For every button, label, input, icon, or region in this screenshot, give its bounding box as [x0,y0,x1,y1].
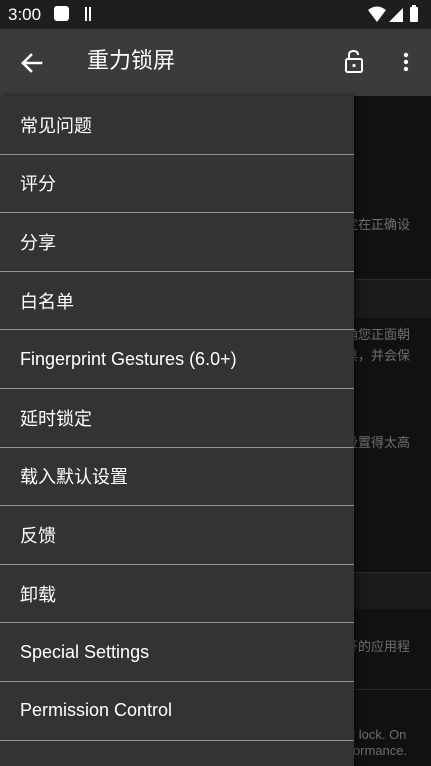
drawer-item-label: 卸载 [20,584,56,606]
drawer-item-delay-lock[interactable]: 延时锁定 [0,389,354,448]
drawer-item-label: 分享 [20,232,56,254]
screen: 3:00 重力锁屏 定在正确设 确您正面朝 桌，并会保 设置得太高 开的应用程 … [0,0,431,766]
drawer-item-label: Special Settings [20,641,150,662]
background-text: 桌，并会保 [345,348,411,363]
arrow-back-icon [21,53,43,73]
notification-square-icon [54,6,69,21]
drawer-item-label: Fingerprint Gestures (6.0+) [20,348,237,369]
status-bar: 3:00 [0,0,431,29]
cell-signal-icon [389,8,403,22]
drawer-item-label: 评分 [20,174,56,196]
drawer-item-permission-control[interactable]: Permission Control [0,682,354,741]
drawer-item-label: 反馈 [20,525,56,547]
drawer-item-special-settings[interactable]: Special Settings [0,623,354,682]
drawer-item-faq[interactable]: 常见问题 [0,96,354,155]
page-title: 重力锁屏 [87,49,176,74]
drawer-item-label: 常见问题 [20,115,92,137]
section-band [354,280,431,318]
back-button[interactable] [14,49,50,77]
background-text: 设置得太高 [345,435,411,450]
drawer-item-share[interactable]: 分享 [0,213,354,272]
background-text: 开的应用程 [345,639,411,654]
divider [354,689,431,690]
navigation-drawer: 常见问题 评分 分享 白名单 Fingerprint Gestures (6.0… [0,96,354,766]
drawer-item-uninstall[interactable]: 卸载 [0,565,354,624]
status-time: 3:00 [8,5,42,24]
notification-bars-icon [85,7,91,21]
lock-open-icon [345,49,363,73]
section-band [354,573,431,609]
more-vert-icon [403,52,409,72]
drawer-item-load-defaults[interactable]: 载入默认设置 [0,448,354,507]
drawer-item-label: 白名单 [20,291,74,313]
app-bar: 重力锁屏 [0,29,431,96]
battery-icon [410,5,418,22]
background-text: 定在正确设 [345,217,411,232]
drawer-item-label: Permission Control [20,700,173,721]
background-text: rformance. [345,743,408,758]
lock-button[interactable] [339,47,369,77]
more-button[interactable] [396,47,416,77]
drawer-item-label: 延时锁定 [20,408,92,430]
drawer-item-label: 载入默认设置 [20,467,128,489]
drawer-item-fingerprint-gestures[interactable]: Fingerprint Gestures (6.0+) [0,330,354,389]
wifi-icon [368,6,386,22]
drawer-item-feedback[interactable]: 反馈 [0,506,354,565]
background-text: 确您正面朝 [345,327,411,342]
drawer-item-rate[interactable]: 评分 [0,155,354,214]
status-icons [367,5,425,24]
drawer-item-whitelist[interactable]: 白名单 [0,272,354,331]
